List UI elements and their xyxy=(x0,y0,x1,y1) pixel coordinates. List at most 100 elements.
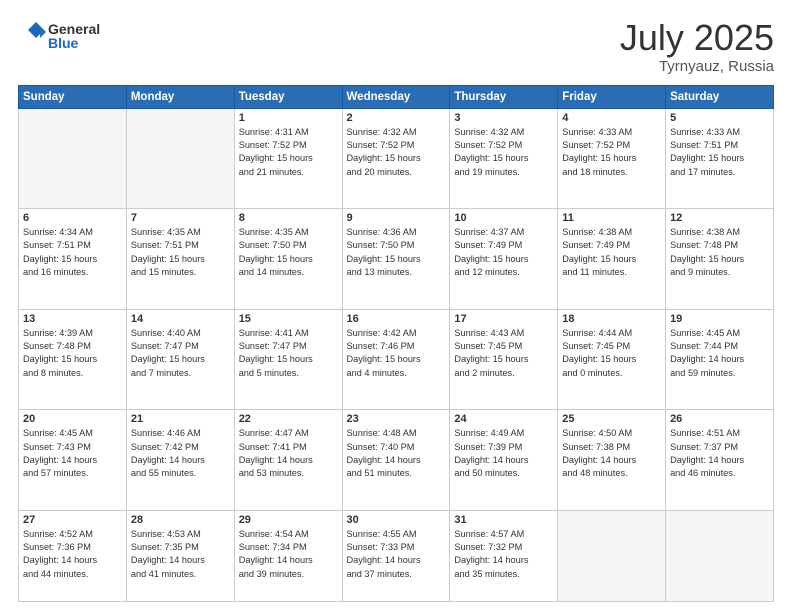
day-number: 14 xyxy=(131,313,230,325)
calendar-cell: 14 Sunrise: 4:40 AM Sunset: 7:47 PM Dayli… xyxy=(126,309,234,410)
day-number: 18 xyxy=(562,313,661,325)
day-number: 20 xyxy=(23,413,122,425)
day-info: Sunrise: 4:31 AM Sunset: 7:52 PM Dayligh… xyxy=(239,126,338,179)
day-number: 23 xyxy=(347,413,446,425)
calendar-cell: 3 Sunrise: 4:32 AM Sunset: 7:52 PM Daylig… xyxy=(450,108,558,209)
calendar-cell: 7 Sunrise: 4:35 AM Sunset: 7:51 PM Daylig… xyxy=(126,209,234,310)
day-number: 15 xyxy=(239,313,338,325)
calendar-cell: 6Sunrise: 4:34 AM Sunset: 7:51 PM Daylig… xyxy=(19,209,127,310)
calendar-cell: 23 Sunrise: 4:48 AM Sunset: 7:40 PM Dayli… xyxy=(342,410,450,511)
calendar-cell: 9 Sunrise: 4:36 AM Sunset: 7:50 PM Daylig… xyxy=(342,209,450,310)
day-info: Sunrise: 4:49 AM Sunset: 7:39 PM Dayligh… xyxy=(454,427,553,480)
calendar-week-1: 1 Sunrise: 4:31 AM Sunset: 7:52 PM Daylig… xyxy=(19,108,774,209)
col-friday: Friday xyxy=(558,85,666,108)
calendar-cell xyxy=(558,510,666,601)
day-info: Sunrise: 4:32 AM Sunset: 7:52 PM Dayligh… xyxy=(347,126,446,179)
day-info: Sunrise: 4:33 AM Sunset: 7:51 PM Dayligh… xyxy=(670,126,769,179)
calendar-cell: 15Sunrise: 4:41 AM Sunset: 7:47 PM Dayli… xyxy=(234,309,342,410)
day-number: 26 xyxy=(670,413,769,425)
page: General Blue July 2025 Tyrnyauz, Russia … xyxy=(0,0,792,612)
col-saturday: Saturday xyxy=(666,85,774,108)
calendar-cell: 5 Sunrise: 4:33 AM Sunset: 7:51 PM Daylig… xyxy=(666,108,774,209)
day-info: Sunrise: 4:40 AM Sunset: 7:47 PM Dayligh… xyxy=(131,327,230,380)
day-info: Sunrise: 4:38 AM Sunset: 7:48 PM Dayligh… xyxy=(670,226,769,279)
calendar-cell: 24 Sunrise: 4:49 AM Sunset: 7:39 PM Dayli… xyxy=(450,410,558,511)
day-number: 22 xyxy=(239,413,338,425)
title-month: July 2025 xyxy=(620,18,774,58)
day-info: Sunrise: 4:46 AM Sunset: 7:42 PM Dayligh… xyxy=(131,427,230,480)
day-number: 24 xyxy=(454,413,553,425)
calendar-cell: 31 Sunrise: 4:57 AM Sunset: 7:32 PM Dayli… xyxy=(450,510,558,601)
day-info: Sunrise: 4:47 AM Sunset: 7:41 PM Dayligh… xyxy=(239,427,338,480)
calendar-cell: 11 Sunrise: 4:38 AM Sunset: 7:49 PM Dayli… xyxy=(558,209,666,310)
day-number: 30 xyxy=(347,514,446,526)
day-number: 17 xyxy=(454,313,553,325)
day-number: 16 xyxy=(347,313,446,325)
calendar-cell: 28Sunrise: 4:53 AM Sunset: 7:35 PM Dayli… xyxy=(126,510,234,601)
calendar-cell: 30 Sunrise: 4:55 AM Sunset: 7:33 PM Dayli… xyxy=(342,510,450,601)
col-tuesday: Tuesday xyxy=(234,85,342,108)
day-number: 5 xyxy=(670,112,769,124)
header: General Blue July 2025 Tyrnyauz, Russia xyxy=(18,18,774,75)
day-number: 27 xyxy=(23,514,122,526)
calendar-cell: 26Sunrise: 4:51 AM Sunset: 7:37 PM Dayli… xyxy=(666,410,774,511)
day-info: Sunrise: 4:57 AM Sunset: 7:32 PM Dayligh… xyxy=(454,528,553,581)
day-info: Sunrise: 4:54 AM Sunset: 7:34 PM Dayligh… xyxy=(239,528,338,581)
day-number: 11 xyxy=(562,212,661,224)
calendar-cell: 1 Sunrise: 4:31 AM Sunset: 7:52 PM Daylig… xyxy=(234,108,342,209)
col-thursday: Thursday xyxy=(450,85,558,108)
calendar-week-5: 27 Sunrise: 4:52 AM Sunset: 7:36 PM Dayli… xyxy=(19,510,774,601)
day-number: 7 xyxy=(131,212,230,224)
day-info: Sunrise: 4:36 AM Sunset: 7:50 PM Dayligh… xyxy=(347,226,446,279)
day-info: Sunrise: 4:52 AM Sunset: 7:36 PM Dayligh… xyxy=(23,528,122,581)
calendar-week-2: 6Sunrise: 4:34 AM Sunset: 7:51 PM Daylig… xyxy=(19,209,774,310)
day-info: Sunrise: 4:35 AM Sunset: 7:50 PM Dayligh… xyxy=(239,226,338,279)
day-info: Sunrise: 4:44 AM Sunset: 7:45 PM Dayligh… xyxy=(562,327,661,380)
calendar-cell: 2 Sunrise: 4:32 AM Sunset: 7:52 PM Daylig… xyxy=(342,108,450,209)
day-info: Sunrise: 4:48 AM Sunset: 7:40 PM Dayligh… xyxy=(347,427,446,480)
day-number: 10 xyxy=(454,212,553,224)
day-info: Sunrise: 4:32 AM Sunset: 7:52 PM Dayligh… xyxy=(454,126,553,179)
day-info: Sunrise: 4:37 AM Sunset: 7:49 PM Dayligh… xyxy=(454,226,553,279)
day-info: Sunrise: 4:50 AM Sunset: 7:38 PM Dayligh… xyxy=(562,427,661,480)
day-info: Sunrise: 4:33 AM Sunset: 7:52 PM Dayligh… xyxy=(562,126,661,179)
day-info: Sunrise: 4:35 AM Sunset: 7:51 PM Dayligh… xyxy=(131,226,230,279)
logo: General Blue xyxy=(18,18,108,54)
calendar-cell: 25Sunrise: 4:50 AM Sunset: 7:38 PM Dayli… xyxy=(558,410,666,511)
calendar-cell: 17Sunrise: 4:43 AM Sunset: 7:45 PM Dayli… xyxy=(450,309,558,410)
calendar-cell: 8 Sunrise: 4:35 AM Sunset: 7:50 PM Daylig… xyxy=(234,209,342,310)
day-number: 8 xyxy=(239,212,338,224)
col-sunday: Sunday xyxy=(19,85,127,108)
calendar-cell: 19Sunrise: 4:45 AM Sunset: 7:44 PM Dayli… xyxy=(666,309,774,410)
day-number: 3 xyxy=(454,112,553,124)
day-number: 12 xyxy=(670,212,769,224)
calendar-cell: 16Sunrise: 4:42 AM Sunset: 7:46 PM Dayli… xyxy=(342,309,450,410)
calendar-cell: 10 Sunrise: 4:37 AM Sunset: 7:49 PM Dayli… xyxy=(450,209,558,310)
day-number: 13 xyxy=(23,313,122,325)
calendar-table: Sunday Monday Tuesday Wednesday Thursday… xyxy=(18,85,774,602)
calendar-cell: 13 Sunrise: 4:39 AM Sunset: 7:48 PM Dayli… xyxy=(19,309,127,410)
calendar-cell xyxy=(666,510,774,601)
col-monday: Monday xyxy=(126,85,234,108)
day-info: Sunrise: 4:34 AM Sunset: 7:51 PM Dayligh… xyxy=(23,226,122,279)
calendar-cell: 22 Sunrise: 4:47 AM Sunset: 7:41 PM Dayli… xyxy=(234,410,342,511)
day-number: 31 xyxy=(454,514,553,526)
calendar-cell xyxy=(126,108,234,209)
calendar-cell: 18 Sunrise: 4:44 AM Sunset: 7:45 PM Dayli… xyxy=(558,309,666,410)
day-number: 19 xyxy=(670,313,769,325)
calendar-cell: 27 Sunrise: 4:52 AM Sunset: 7:36 PM Dayli… xyxy=(19,510,127,601)
calendar-cell: 20Sunrise: 4:45 AM Sunset: 7:43 PM Dayli… xyxy=(19,410,127,511)
day-info: Sunrise: 4:38 AM Sunset: 7:49 PM Dayligh… xyxy=(562,226,661,279)
calendar-cell: 29Sunrise: 4:54 AM Sunset: 7:34 PM Dayli… xyxy=(234,510,342,601)
svg-text:Blue: Blue xyxy=(48,35,79,51)
title-location: Tyrnyauz, Russia xyxy=(620,58,774,75)
day-number: 1 xyxy=(239,112,338,124)
col-wednesday: Wednesday xyxy=(342,85,450,108)
day-info: Sunrise: 4:55 AM Sunset: 7:33 PM Dayligh… xyxy=(347,528,446,581)
day-number: 2 xyxy=(347,112,446,124)
day-info: Sunrise: 4:39 AM Sunset: 7:48 PM Dayligh… xyxy=(23,327,122,380)
calendar-header-row: Sunday Monday Tuesday Wednesday Thursday… xyxy=(19,85,774,108)
calendar-cell: 21Sunrise: 4:46 AM Sunset: 7:42 PM Dayli… xyxy=(126,410,234,511)
day-number: 9 xyxy=(347,212,446,224)
calendar-week-3: 13 Sunrise: 4:39 AM Sunset: 7:48 PM Dayli… xyxy=(19,309,774,410)
